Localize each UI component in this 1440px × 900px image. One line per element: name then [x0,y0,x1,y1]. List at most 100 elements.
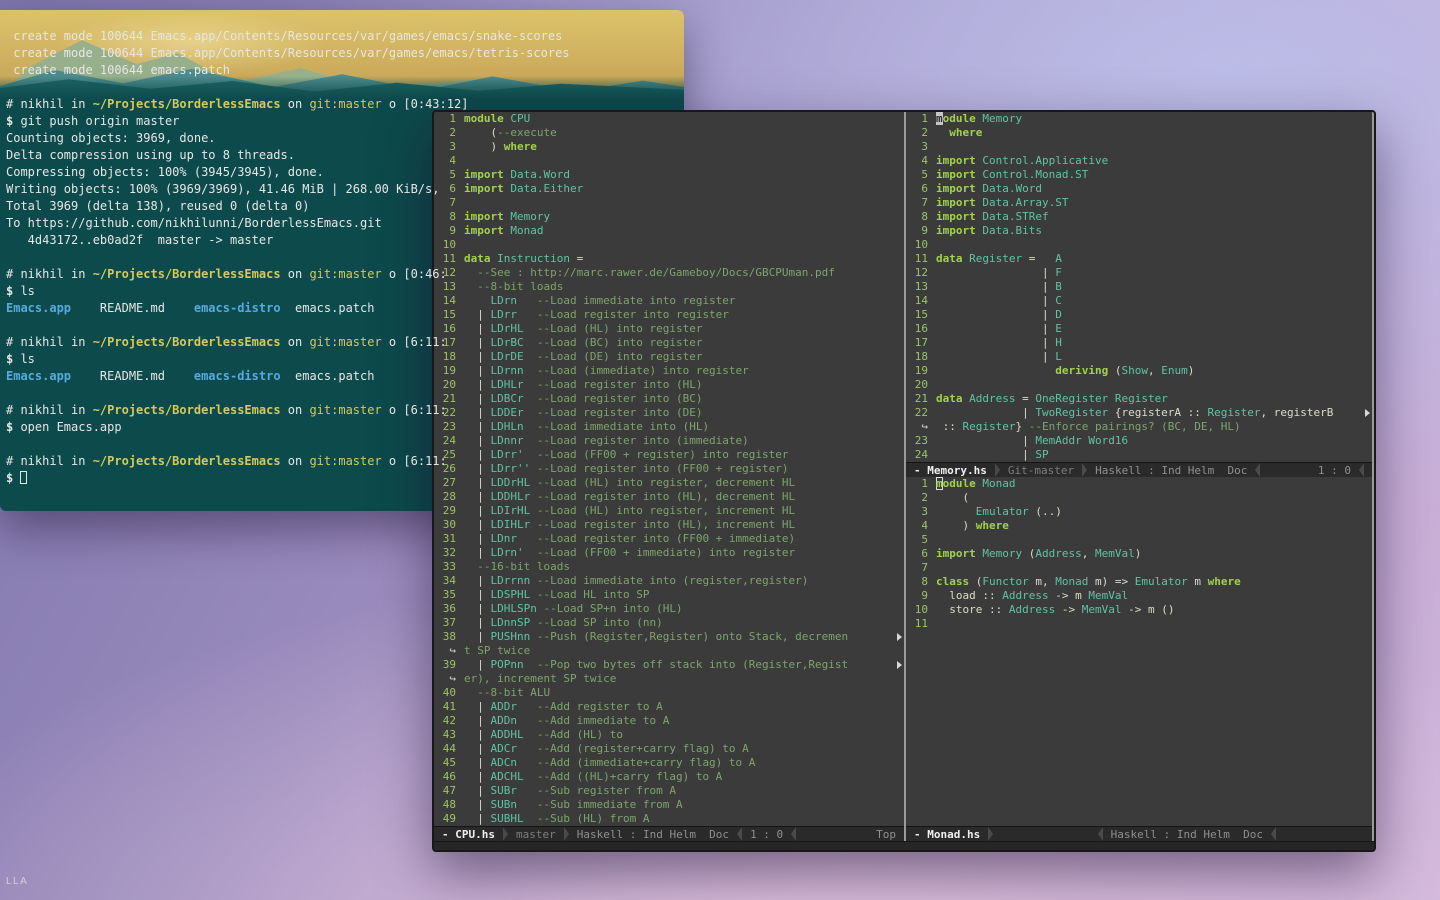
terminal-line: # nikhil in ~/Projects/BorderlessEmacs o… [6,402,684,419]
terminal-text: 4d43172..eb0ad2f master -> master [6,233,274,247]
code-row: 23 | MemAddr Word16 [906,434,1372,448]
powerline-left-icon [737,827,743,841]
code-token: | [464,504,491,517]
line-number: 18 [914,350,928,363]
terminal-window[interactable]: create mode 100644 Emacs.app/Contents/Re… [0,10,684,511]
code-token: , [1081,547,1095,560]
code-line: | LDnr --Load register into (FF00 + imme… [464,532,795,546]
memory-pane[interactable]: 1 module Memory 2 where 3 4 import Control.Ap… [906,112,1372,462]
code-token: data [936,252,963,265]
code-token: er), increment SP twice [464,672,617,685]
code-token: Control.Applicative [982,154,1109,167]
line-number: 24 [914,448,928,461]
line-number: 1 [921,477,928,490]
code-line: ) where [936,519,1008,533]
code-row: 8 import Data.STRef [906,210,1372,224]
code-token: LDnnSP [490,616,531,629]
buffer-name: - CPU.hs [442,827,495,841]
monad-pane[interactable]: 1 module Monad 2 (3 Emulator (..) 4 ) where… [906,477,1372,826]
code-row: 36 | LDHLSPn --Load SP+n into (HL) [434,602,904,616]
code-row: 40 --8-bit ALU [434,686,904,700]
terminal-text: ls [20,352,35,366]
terminal-line: # nikhil in ~/Projects/BorderlessEmacs o… [6,266,684,283]
code-line: | C [936,294,1062,308]
line-number: 33 [442,560,456,573]
code-token: | [464,728,491,741]
line-number: 10 [914,603,928,616]
terminal-line: $ open Emacs.app [6,419,684,436]
code-token: | [464,546,491,559]
code-token: Register [969,252,1023,265]
line-number: 22 [914,406,928,419]
code-row: 10 [906,238,1372,252]
line-number: 16 [914,322,928,335]
terminal-text: $ [6,352,21,366]
window-right-edge[interactable] [1372,112,1374,841]
code-token: -> m () [1121,603,1175,616]
line-number: 6 [921,547,928,560]
code-row: 5 [906,533,1372,547]
echo-area[interactable] [434,841,1374,850]
monad-modeline[interactable]: - Monad.hs Haskell : Ind Helm Doc [906,826,1372,841]
vcs-branch: Git-master [1007,463,1075,477]
code-token: SUBHL [490,812,524,825]
code-row: 5 import Control.Monad.ST [906,168,1372,182]
terminal-line: Counting objects: 3969, done. [6,130,684,147]
terminal-text: ~/Projects/BorderlessEmacs [92,97,281,111]
terminal-text: git push origin master [20,114,180,128]
code-row: 49 | SUBHL --Sub (HL) from A [434,812,904,826]
code-row: ↪ t SP twice [434,644,904,658]
line-number: 43 [442,728,456,741]
code-token: MemVal [1094,547,1135,560]
code-line: | E [936,322,1062,336]
cpu-modeline[interactable]: - CPU.hs master Haskell : Ind Helm Doc 1… [434,826,904,841]
terminal-text: # nikhil in [6,454,93,468]
code-row: 3 Emulator (..) [906,505,1372,519]
terminal-line: # nikhil in ~/Projects/BorderlessEmacs o… [6,334,684,351]
code-token: ) [936,519,976,532]
code-row: 45 | ADCn --Add (immediate+carry flag) t… [434,756,904,770]
code-line: where [936,126,982,140]
code-line: import Data.Bits [936,224,1042,238]
code-token: --Load register into (HL), decrement HL [536,490,796,503]
line-number: 46 [442,770,456,783]
code-token: data [936,392,963,405]
terminal-text: Compressing objects: 100% (3945/3945), d… [6,165,324,179]
terminal-text: # nikhil in [6,335,93,349]
line-number: 21 [914,392,928,405]
code-token: | [936,448,1036,461]
terminal-body[interactable]: create mode 100644 Emacs.app/Contents/Re… [0,10,684,487]
code-token: C [1055,294,1062,307]
memory-modeline[interactable]: - Memory.hs Git-master Haskell : Ind Hel… [906,462,1372,477]
code-line: | ADDHL --Add (HL) to [464,728,623,742]
code-row: 31 | LDnr --Load register into (FF00 + i… [434,532,904,546]
line-number: 44 [442,742,456,755]
terminal-text: Counting objects: 3969, done. [6,131,216,145]
code-line: | SUBr --Sub register from A [464,784,676,798]
scroll-position: Top [876,827,896,841]
code-row: 6 import Data.Word [906,182,1372,196]
terminal-line: $ [6,470,684,487]
terminal-text [20,471,28,484]
code-line: | LDIHLr --Load register into (HL), incr… [464,518,795,532]
line-number: 10 [914,238,928,251]
code-token: F [1055,266,1062,279]
line-number: 9 [921,589,928,602]
buffer-name: - Memory.hs [914,463,987,477]
wrap-indicator-icon [897,633,902,641]
code-token: LDIHLr [490,518,531,531]
terminal-text: on [280,335,310,349]
line-number: 42 [442,714,456,727]
terminal-text: [0:46: [403,267,447,281]
code-line: | D [936,308,1062,322]
vcs-branch: master [515,827,556,841]
terminal-text: on [280,454,310,468]
code-row: 28 | LDDHLr --Load register into (HL), d… [434,490,904,504]
terminal-text: # nikhil in [6,403,93,417]
code-token: | [464,616,491,629]
